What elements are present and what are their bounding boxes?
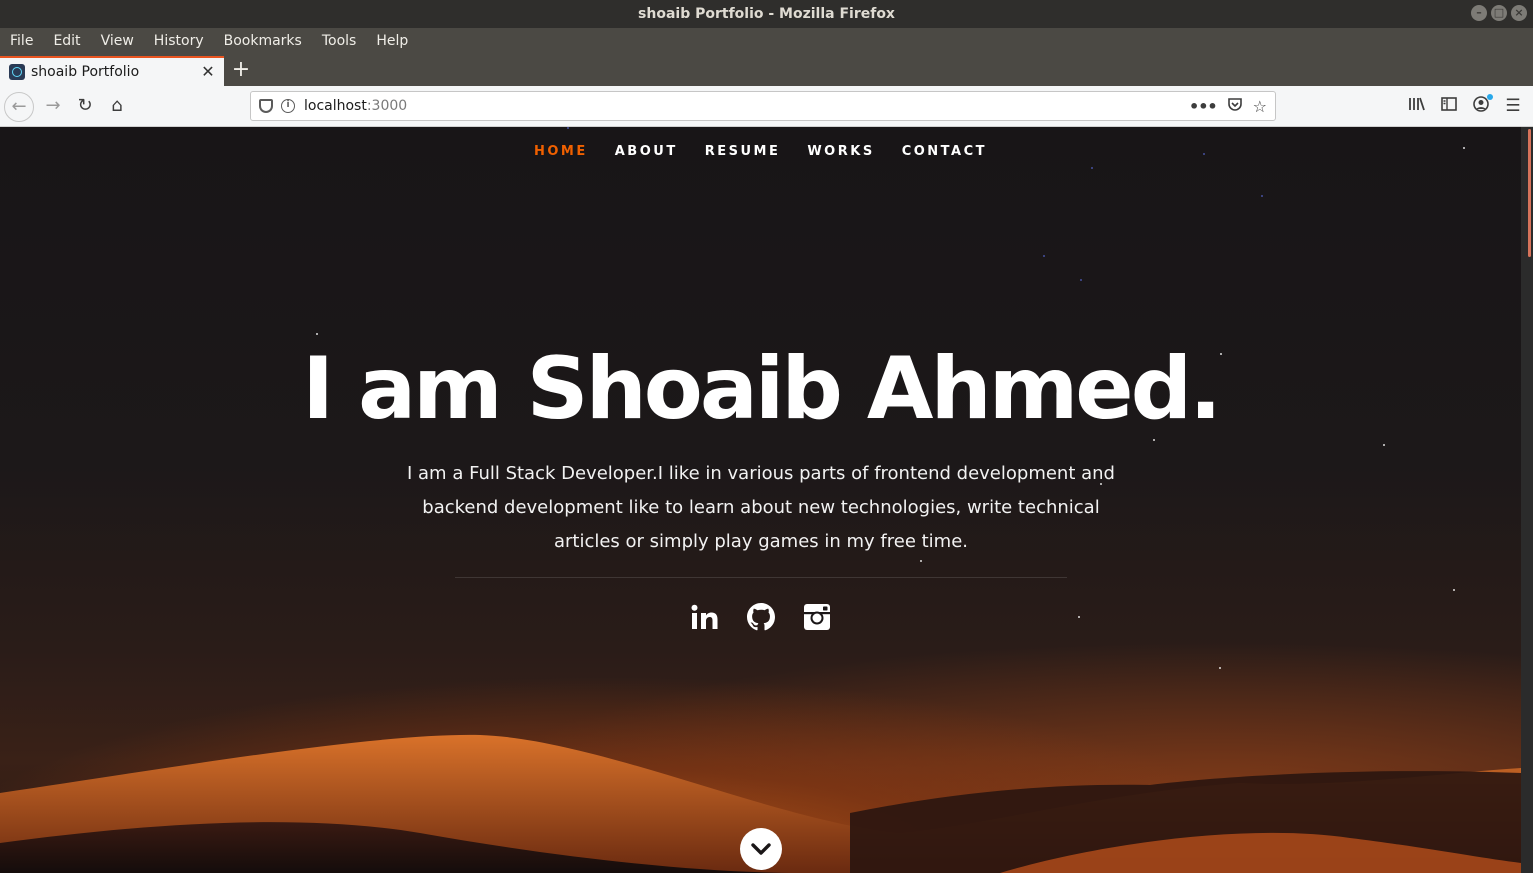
star — [567, 127, 569, 129]
minimize-icon[interactable]: – — [1471, 5, 1487, 21]
menu-file[interactable]: File — [10, 33, 33, 49]
url-actions: ••• ☆ — [1189, 96, 1267, 116]
url-bar[interactable]: i localhost:3000 ••• ☆ — [250, 91, 1276, 121]
page-scrollbar[interactable] — [1521, 127, 1533, 873]
nav-contact[interactable]: CONTACT — [902, 144, 987, 159]
chevron-down-icon — [751, 843, 771, 855]
react-favicon-icon — [9, 64, 25, 80]
nav-home[interactable]: HOME — [534, 144, 588, 159]
star — [1091, 167, 1093, 169]
maximize-icon[interactable]: □ — [1491, 5, 1507, 21]
new-tab-button[interactable]: + — [229, 58, 253, 82]
url-host: localhost — [304, 98, 367, 114]
instagram-icon[interactable] — [803, 601, 831, 633]
url-port: :3000 — [366, 98, 408, 114]
star — [920, 560, 922, 562]
site-nav: HOME ABOUT RESUME WORKS CONTACT — [0, 144, 1521, 159]
close-icon[interactable]: × — [1511, 5, 1527, 21]
pocket-icon[interactable] — [1227, 96, 1243, 116]
github-icon[interactable] — [746, 601, 775, 633]
star — [1453, 589, 1455, 591]
menu-edit[interactable]: Edit — [53, 33, 80, 49]
hero-description: I am a Full Stack Developer.I like in va… — [407, 463, 1115, 552]
hero-divider — [455, 577, 1067, 578]
tab-active[interactable]: shoaib Portfolio ✕ — [0, 56, 224, 86]
library-icon[interactable] — [1407, 96, 1427, 116]
nav-about[interactable]: ABOUT — [615, 144, 678, 159]
page-viewport: HOME ABOUT RESUME WORKS CONTACT I am Sho… — [0, 127, 1521, 873]
social-links — [0, 601, 1521, 633]
url-text[interactable]: localhost:3000 — [304, 98, 1189, 114]
nav-works[interactable]: WORKS — [807, 144, 874, 159]
star — [1383, 444, 1385, 446]
tracking-shield-icon[interactable] — [259, 99, 273, 113]
site-info-icon[interactable]: i — [281, 99, 295, 113]
tab-title: shoaib Portfolio — [31, 64, 140, 80]
menu-bookmarks[interactable]: Bookmarks — [224, 33, 302, 49]
star — [1080, 279, 1082, 281]
back-button[interactable]: ← — [4, 92, 34, 122]
toolbar-right: ☰ — [1407, 94, 1533, 116]
menu-help[interactable]: Help — [376, 33, 408, 49]
navigation-toolbar: ← → ↻ ⌂ i localhost:3000 ••• ☆ ☰ — [0, 86, 1533, 127]
star — [1261, 195, 1263, 197]
linkedin-icon[interactable] — [691, 601, 719, 633]
reload-button[interactable]: ↻ — [70, 92, 100, 122]
window-controls: – □ × — [1471, 5, 1527, 21]
bookmark-star-icon[interactable]: ☆ — [1253, 97, 1267, 116]
menu-view[interactable]: View — [101, 33, 134, 49]
forward-button[interactable]: → — [38, 92, 68, 122]
home-button[interactable]: ⌂ — [102, 92, 132, 122]
hamburger-menu-icon[interactable]: ☰ — [1503, 96, 1523, 116]
star — [1153, 439, 1155, 441]
menu-tools[interactable]: Tools — [322, 33, 357, 49]
nav-resume[interactable]: RESUME — [705, 144, 781, 159]
menubar: File Edit View History Bookmarks Tools H… — [0, 28, 1533, 54]
star — [1219, 667, 1221, 669]
menu-history[interactable]: History — [154, 33, 204, 49]
hero-title: I am Shoaib Ahmed. — [302, 339, 1222, 439]
scroll-down-button[interactable] — [740, 828, 782, 870]
window-title: shoaib Portfolio - Mozilla Firefox — [638, 6, 895, 22]
window-titlebar: shoaib Portfolio - Mozilla Firefox – □ × — [0, 0, 1533, 28]
scrollbar-thumb[interactable] — [1528, 129, 1531, 257]
star — [316, 333, 318, 335]
page-actions-icon[interactable]: ••• — [1189, 97, 1218, 116]
account-icon[interactable] — [1471, 94, 1493, 116]
sidebar-icon[interactable] — [1439, 96, 1459, 116]
tab-close-icon[interactable]: ✕ — [198, 62, 218, 82]
star — [1043, 255, 1045, 257]
tab-bar: shoaib Portfolio ✕ + — [0, 54, 1533, 86]
